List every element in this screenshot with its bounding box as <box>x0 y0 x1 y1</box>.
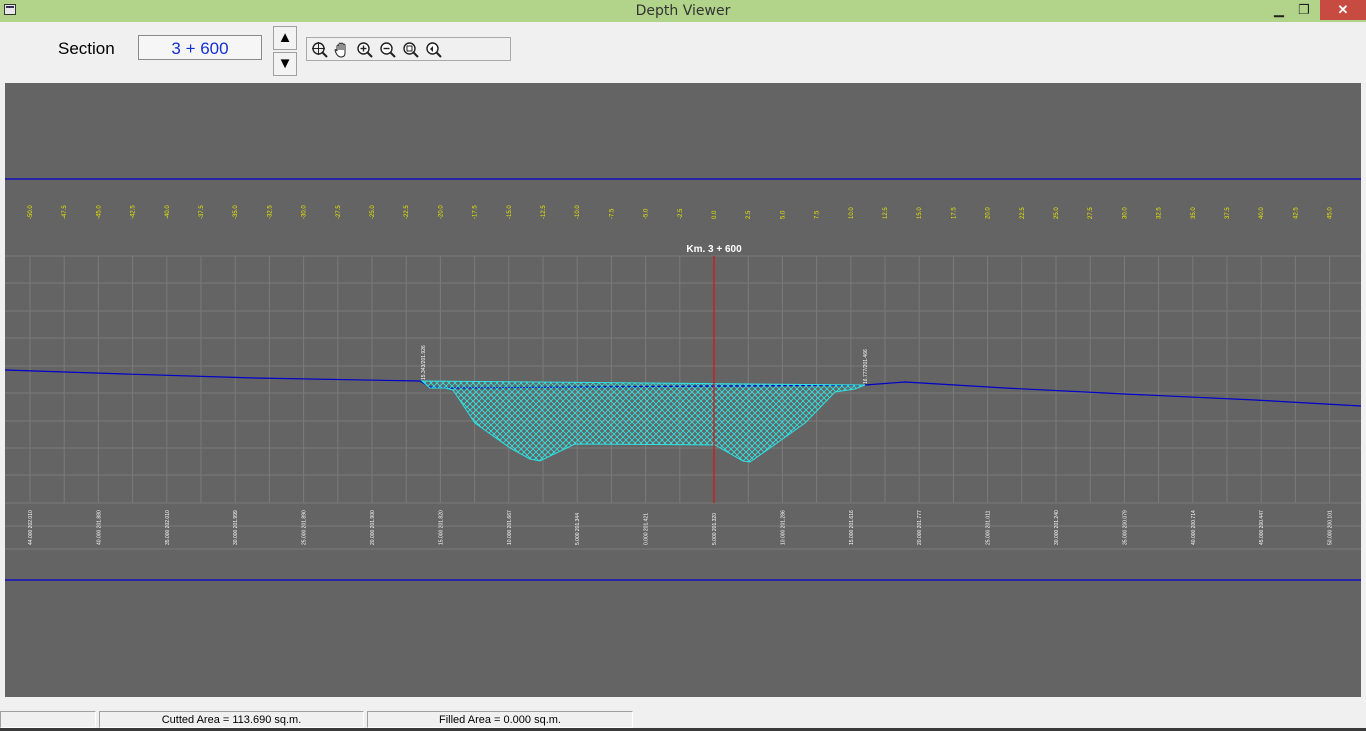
station-point-label: 0.000 201.421 <box>644 513 650 545</box>
station-point-label: 25.000 201.890 <box>302 510 308 545</box>
offset-tick-label: 25.0 <box>1054 207 1060 219</box>
zoom-extents-icon[interactable] <box>311 41 329 59</box>
offset-tick-label: -7.5 <box>609 208 615 219</box>
offset-tick-label: 0.0 <box>712 210 718 219</box>
station-point-label: 10.000 201.667 <box>507 510 513 545</box>
offset-tick-label: -27.5 <box>336 205 342 219</box>
close-button[interactable]: ✕ <box>1320 0 1366 20</box>
offset-tick-label: 12.5 <box>883 207 889 219</box>
station-point-label: 5.000 201.344 <box>575 513 581 545</box>
offset-tick-label: 40.0 <box>1259 207 1265 219</box>
left-catch-label: 15.343/201.926 <box>421 345 427 380</box>
offset-tick-label: -47.5 <box>62 205 68 219</box>
offset-tick-label: 17.5 <box>951 207 957 219</box>
maximize-button[interactable]: ❐ <box>1290 0 1318 20</box>
pan-hand-icon[interactable] <box>333 41 351 59</box>
section-title: Km. 3 + 600 <box>686 244 742 255</box>
offset-tick-label: -35.0 <box>233 205 239 219</box>
offset-tick-label: 5.0 <box>780 210 786 219</box>
offset-tick-label: 27.5 <box>1088 207 1094 219</box>
offset-tick-label: 7.5 <box>815 210 821 219</box>
right-catch-label: 16.777/201.466 <box>863 349 869 384</box>
zoom-toolbar <box>306 37 511 61</box>
offset-tick-label: -2.5 <box>678 208 684 219</box>
offset-tick-label: 20.0 <box>986 207 992 219</box>
zoom-out-icon[interactable] <box>379 41 397 59</box>
offset-tick-label: -22.5 <box>404 205 410 219</box>
section-input[interactable]: 3 + 600 <box>138 35 262 60</box>
offset-tick-label: -17.5 <box>473 205 479 219</box>
station-point-label: 44.000 202.010 <box>28 510 34 545</box>
offset-tick-label: 2.5 <box>746 210 752 219</box>
station-point-label: 15.000 201.616 <box>849 510 855 545</box>
offset-tick-label: 22.5 <box>1020 207 1026 219</box>
offset-tick-label: -50.0 <box>28 205 34 219</box>
station-point-label: 20.000 201.900 <box>370 510 376 545</box>
window-title: Depth Viewer <box>635 3 731 19</box>
station-point-label: 40.000 201.880 <box>96 510 102 545</box>
offset-tick-label: -12.5 <box>541 205 547 219</box>
cut-area-polygon <box>420 380 866 463</box>
offset-tick-label: -45.0 <box>96 205 102 219</box>
station-point-label: 35.000 202.010 <box>165 510 171 545</box>
station-point-label: 45.000 200.447 <box>1259 510 1265 545</box>
offset-tick-label: -20.0 <box>438 205 444 219</box>
station-point-label: 30.000 201.240 <box>1054 510 1060 545</box>
filled-area-text: Filled Area = 0.000 sq.m. <box>367 711 633 728</box>
station-point-label: 35.000 200.079 <box>1122 510 1128 545</box>
offset-tick-label: -10.0 <box>575 205 581 219</box>
offset-tick-label: 30.0 <box>1122 207 1128 219</box>
offset-tick-label: 32.5 <box>1157 207 1163 219</box>
offset-tick-label: -37.5 <box>199 205 205 219</box>
station-point-label: 25.000 201.011 <box>986 510 992 545</box>
station-point-label: 30.000 201.999 <box>233 510 239 545</box>
zoom-previous-icon[interactable] <box>425 41 443 59</box>
zoom-window-icon[interactable] <box>402 41 420 59</box>
station-point-label: 5.000 201.320 <box>712 513 718 545</box>
station-point-label: 15.000 201.820 <box>438 510 444 545</box>
offset-tick-label: -30.0 <box>302 205 308 219</box>
cross-section-plot[interactable]: -50.0 -47.5 -45.0 -42.5 -40.0 -37.5 -35.0 -32.5… <box>4 83 1366 697</box>
station-point-label: 10.000 201.286 <box>780 510 786 545</box>
offset-tick-label: 42.5 <box>1293 207 1299 219</box>
offset-tick-label: -5.0 <box>644 208 650 219</box>
station-point-label: 40.000 200.714 <box>1191 510 1197 545</box>
offset-tick-label: -40.0 <box>165 205 171 219</box>
minimize-button[interactable]: ▁ <box>1265 0 1293 20</box>
zoom-in-icon[interactable] <box>356 41 374 59</box>
offset-tick-label: -32.5 <box>267 205 273 219</box>
station-point-label: 50.000 200.101 <box>1328 510 1334 545</box>
offset-tick-label: 15.0 <box>917 207 923 219</box>
cutted-area-text: Cutted Area = 113.690 sq.m. <box>99 711 364 728</box>
offset-tick-label: -15.0 <box>507 205 513 219</box>
offset-tick-label: 37.5 <box>1225 207 1231 219</box>
section-up-button[interactable]: ▲ <box>273 26 297 50</box>
offset-tick-label: 10.0 <box>849 207 855 219</box>
section-down-button[interactable]: ▼ <box>273 52 297 76</box>
offset-tick-label: 45.0 <box>1328 207 1334 219</box>
offset-tick-label: 35.0 <box>1191 207 1197 219</box>
station-point-label: 20.000 201.777 <box>917 510 923 545</box>
section-viewer[interactable]: -50.0 -47.5 -45.0 -42.5 -40.0 -37.5 -35.0 -32.5… <box>4 83 1366 697</box>
status-blank <box>0 711 96 728</box>
offset-tick-label: -42.5 <box>131 205 137 219</box>
section-label: Section <box>58 39 115 58</box>
title-bar: Depth Viewer ▁ ❐ ✕ <box>0 0 1366 22</box>
offset-tick-label: -25.0 <box>370 205 376 219</box>
